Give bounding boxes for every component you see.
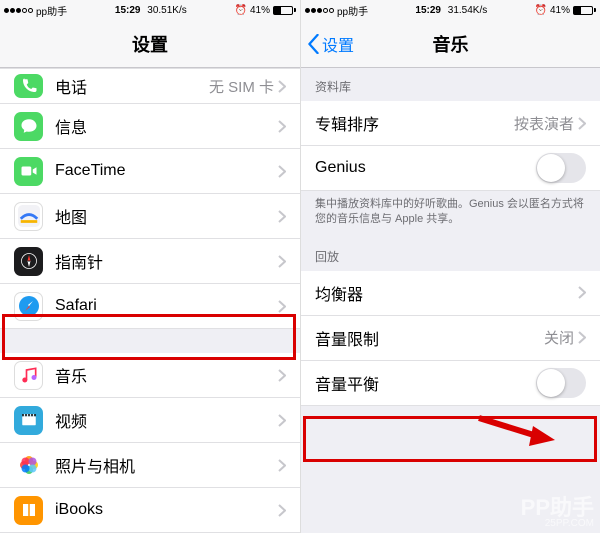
ibooks-icon [14,496,43,525]
section-header-playback: 回放 [301,238,600,271]
back-label: 设置 [322,32,354,56]
page-title: 音乐 [433,31,469,57]
row-label: 信息 [55,114,278,138]
settings-screen: pp助手 15:29 30.51K/s ⏰ 41% 设置 电话无 SIM 卡信息… [0,0,300,533]
row-视频[interactable]: 视频 [0,398,300,443]
chevron-right-icon [278,165,286,178]
chevron-right-icon [278,459,286,472]
row-信息[interactable]: 信息 [0,104,300,149]
row-音乐[interactable]: 音乐 [0,353,300,398]
row-iBooks[interactable]: iBooks [0,488,300,533]
volume-balance-toggle[interactable] [536,368,586,398]
row-label: 照片与相机 [55,453,278,477]
row-eq[interactable]: 均衡器 [301,271,600,316]
row-value: 关闭 [544,327,574,348]
safari-icon [14,292,43,321]
chevron-right-icon [278,414,286,427]
carrier-label: pp助手 [337,3,368,18]
alarm-icon: ⏰ [535,5,547,16]
back-button[interactable]: 设置 [307,20,354,67]
messages-icon [14,112,43,141]
video-icon [14,406,43,435]
chevron-right-icon [578,117,586,130]
row-label: 视频 [55,408,278,432]
nav-bar: 设置 [0,20,300,68]
row-指南针[interactable]: 指南针 [0,239,300,284]
nav-bar: 设置 音乐 [301,20,600,68]
row-label: 地图 [55,204,278,228]
row-volume-balance[interactable]: 音量平衡 [301,361,600,406]
phone-icon [14,74,43,98]
section-footer-library: 集中播放资料库中的好听歌曲。Genius 会以匿名方式将您的音乐信息与 Appl… [301,191,600,238]
clock: 15:29 [415,5,441,16]
battery-icon [573,6,596,15]
battery-pct: 41% [550,5,570,16]
row-电话[interactable]: 电话无 SIM 卡 [0,68,300,104]
photos-icon [14,451,43,480]
row-album-sort[interactable]: 专辑排序 按表演者 [301,101,600,146]
alarm-icon: ⏰ [235,5,247,16]
row-label: Genius [315,159,536,177]
music-list: 资料库 专辑排序 按表演者 Genius 集中播放资料库中的好听歌曲。Geniu… [301,68,600,533]
row-volume-limit[interactable]: 音量限制 关闭 [301,316,600,361]
genius-toggle[interactable] [536,153,586,183]
signal-icon [305,8,334,13]
facetime-icon [14,157,43,186]
net-rate: 31.54K/s [448,5,487,16]
row-label: 音乐 [55,363,278,387]
row-label: 音量限制 [315,326,544,350]
row-label: Safari [55,297,278,315]
row-label: iBooks [55,501,278,519]
chevron-right-icon [578,286,586,299]
battery-pct: 41% [250,5,270,16]
row-照片与相机[interactable]: 照片与相机 [0,443,300,488]
status-bar: pp助手 15:29 31.54K/s ⏰ 41% [301,0,600,20]
compass-icon [14,247,43,276]
row-地图[interactable]: 地图 [0,194,300,239]
chevron-right-icon [278,80,286,93]
chevron-right-icon [578,331,586,344]
row-label: 电话 [55,74,209,98]
row-label: 均衡器 [315,281,578,305]
row-value: 按表演者 [514,113,574,134]
signal-icon [4,8,33,13]
maps-icon [14,202,43,231]
clock: 15:29 [115,5,141,16]
chevron-right-icon [278,369,286,382]
music-icon [14,361,43,390]
music-settings-screen: pp助手 15:29 31.54K/s ⏰ 41% 设置 音乐 资料库 专辑排序 [300,0,600,533]
chevron-right-icon [278,504,286,517]
battery-icon [273,6,296,15]
status-bar: pp助手 15:29 30.51K/s ⏰ 41% [0,0,300,20]
row-value: 无 SIM 卡 [209,76,274,97]
chevron-right-icon [278,210,286,223]
net-rate: 30.51K/s [147,5,186,16]
row-genius[interactable]: Genius [301,146,600,191]
row-label: 音量平衡 [315,371,536,395]
chevron-right-icon [278,255,286,268]
row-label: FaceTime [55,162,278,180]
page-title: 设置 [132,31,168,57]
section-header-library: 资料库 [301,68,600,101]
settings-list: 电话无 SIM 卡信息 FaceTime 地图指南针 Safari 音乐视频照片与相机 i… [0,68,300,533]
row-label: 指南针 [55,249,278,273]
chevron-right-icon [278,120,286,133]
carrier-label: pp助手 [36,3,67,18]
row-label: 专辑排序 [315,111,514,135]
row-Safari[interactable]: Safari [0,284,300,329]
row-FaceTime[interactable]: FaceTime [0,149,300,194]
chevron-right-icon [278,300,286,313]
